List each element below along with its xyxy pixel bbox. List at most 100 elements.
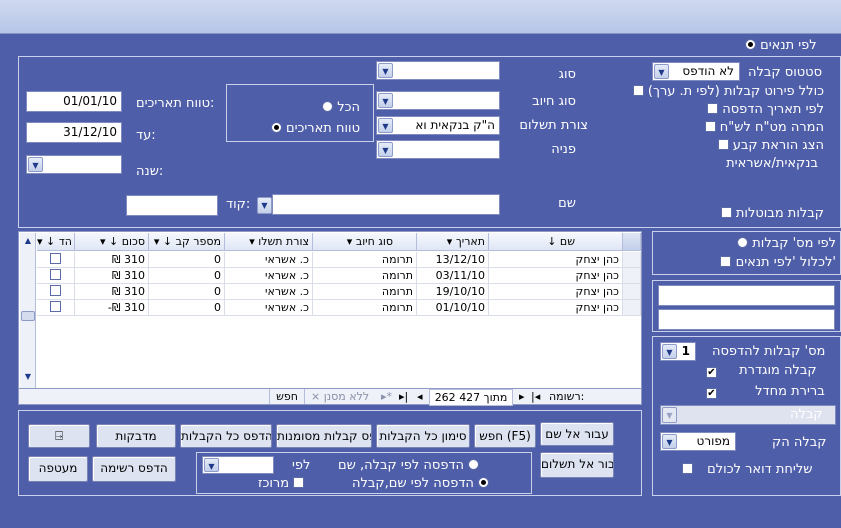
centered-checkbox[interactable] [293, 477, 305, 488]
to-date-input[interactable]: 31/12/10 [26, 122, 122, 143]
chevron-down-icon[interactable]: ▼ [378, 63, 393, 78]
mark-all-button[interactable]: סימון כל הקבלות [376, 424, 470, 448]
from-receipt-input[interactable] [658, 285, 835, 306]
default-checkbox[interactable]: ✔ [706, 388, 717, 399]
go-to-name-button[interactable]: עבור אל שם [540, 422, 614, 446]
print-by-receipt-name-radio[interactable]: הדפסה לפי קבלה, שם [338, 458, 480, 474]
from-date-input[interactable]: 01/01/10 [26, 91, 122, 112]
first-record-icon[interactable]: |◂ [531, 389, 540, 404]
col-header-amount[interactable]: ▾ ↓ סכום [75, 233, 149, 251]
enlarged-checkbox[interactable]: ✔ [706, 367, 717, 378]
col-header-debit-type[interactable]: ▾ סוג חיוב [313, 233, 417, 251]
range-radio-dot[interactable] [270, 122, 282, 133]
print-list-button[interactable]: הדפס רשימה [92, 456, 176, 482]
record-position[interactable]: 262 מתוך 427 [429, 389, 513, 406]
scroll-thumb[interactable] [21, 311, 35, 321]
code-input[interactable] [126, 195, 218, 216]
date-range-radio[interactable]: טווח תאריכים [230, 121, 360, 137]
enlarged-checkbox-row[interactable]: ✔ קבלה מוגדרת [706, 363, 817, 379]
chevron-down-icon[interactable]: ▼ [28, 157, 43, 172]
copies-select[interactable]: ▼ 1 [660, 342, 696, 361]
print-all-button[interactable]: הדפס כל הקבלות [180, 424, 272, 448]
last-record-icon[interactable]: ▸| [399, 389, 408, 404]
chevron-down-icon[interactable]: ▼ [378, 93, 393, 108]
checkbox-standing-order[interactable]: הצג הוראת קבע [690, 138, 824, 154]
filter-status[interactable]: ⨯ ללא מסנן [311, 389, 369, 404]
print-by-select[interactable]: ▼ [202, 456, 274, 474]
col-header-receipt-no[interactable]: ▾ ↓ מספר קב [149, 233, 225, 251]
scroll-up-icon[interactable]: ▲ [20, 233, 36, 249]
all-dates-radio[interactable]: הכל [230, 100, 360, 116]
labels-button[interactable]: מדבקות [96, 424, 176, 448]
row-printed-checkbox[interactable] [50, 253, 61, 264]
cancelled-checkbox[interactable] [720, 207, 732, 218]
chevron-down-icon[interactable]: ▼ [654, 64, 669, 79]
row-selector-header[interactable] [623, 233, 641, 251]
status-select[interactable]: ▼ לא הודפס [652, 62, 740, 81]
by-condition-radio-dot[interactable] [745, 39, 756, 50]
include-conditions-checkbox[interactable]: לכלול 'לפי תנאים' [656, 255, 836, 271]
col-header-date[interactable]: ▾ תאריך [417, 233, 489, 251]
send-mail-row[interactable]: שליחת דואר לכולם [682, 462, 812, 478]
include-conditions-box[interactable] [720, 256, 732, 267]
chevron-down-icon[interactable]: ▼ [662, 434, 677, 449]
checkbox-currency[interactable]: המרה מט"ח לש"ח [690, 120, 824, 136]
by-receipt-no-dot[interactable] [737, 237, 749, 248]
by-condition-radio[interactable]: לפי תנאים [745, 38, 817, 54]
scroll-down-icon[interactable]: ▼ [20, 369, 36, 385]
print-date-checkbox[interactable] [707, 103, 719, 114]
column-menu-icon[interactable]: ▾ ↓ [100, 235, 122, 248]
row-printed-checkbox[interactable] [50, 301, 61, 312]
type-select[interactable]: ▼ [376, 61, 500, 80]
all-radio-dot[interactable] [322, 101, 334, 112]
column-menu-icon[interactable]: ▾ ↓ [37, 235, 59, 248]
row-printed-checkbox[interactable] [50, 285, 61, 296]
column-menu-icon[interactable]: ▾ [447, 235, 456, 248]
column-menu-icon[interactable]: ↓ [547, 235, 560, 248]
chevron-down-icon[interactable]: ▼ [662, 407, 677, 423]
short-receipt-select[interactable]: ▼ מפורט [660, 432, 736, 451]
centered-checkbox-row[interactable]: מרוכז [258, 476, 305, 492]
prev-record-icon[interactable]: ▸ [519, 389, 525, 404]
checkbox-print-date[interactable]: לפי תאריך הדפסה [660, 102, 824, 118]
inquiry-select[interactable]: ▼ [376, 140, 500, 159]
debit-type-select[interactable]: ▼ [376, 91, 500, 110]
go-to-payment-button[interactable]: עבור אל תשלום [540, 452, 614, 478]
search-button[interactable]: חפש (F5) [474, 424, 536, 448]
column-menu-icon[interactable]: ▾ [249, 235, 258, 248]
year-select[interactable]: ▼ [26, 155, 122, 174]
print-by-name-receipt-radio[interactable]: הדפסה לפי שם,קבלה [352, 476, 490, 492]
column-menu-icon[interactable]: ▾ ↓ [154, 235, 176, 248]
chevron-down-icon[interactable]: ▼ [378, 142, 393, 157]
detail-checkbox[interactable] [632, 85, 644, 96]
send-mail-checkbox[interactable] [682, 463, 693, 474]
search-box[interactable]: חפש [269, 389, 305, 404]
to-receipt-input[interactable] [658, 309, 835, 330]
col-header-name[interactable]: ↓ שם [489, 233, 623, 251]
envelope-button[interactable]: מעטפה [28, 456, 88, 482]
print-by-receipt-name-dot[interactable] [468, 459, 480, 470]
by-receipt-no-radio[interactable]: לפי מס' קבלות [656, 236, 836, 252]
default-checkbox-row[interactable]: ✔ ברירת מחדל [706, 384, 825, 400]
payment-form-select[interactable]: ▼ ה"ק בנקאית וא [376, 116, 500, 135]
col-header-printed[interactable]: ▾ ↓ הד [37, 233, 75, 251]
exit-button[interactable]: ⍈ [28, 424, 90, 448]
name-input[interactable] [272, 194, 500, 215]
print-by-name-receipt-dot[interactable] [478, 477, 490, 488]
chevron-down-icon[interactable]: ▼ [378, 118, 393, 133]
standing-order-checkbox[interactable] [717, 139, 729, 150]
name-dropdown[interactable]: ▼ [256, 196, 274, 215]
checkbox-cancelled[interactable]: קבלות מבוטלות [690, 206, 824, 222]
chevron-down-icon[interactable]: ▼ [662, 344, 677, 359]
row-selector[interactable] [623, 252, 641, 268]
column-menu-icon[interactable]: ▾ [347, 235, 356, 248]
row-printed-checkbox[interactable] [50, 269, 61, 280]
new-record-icon[interactable]: ▸* [381, 389, 392, 404]
checkbox-detail[interactable]: כולל פירוט קבלות (לפי ת. ערך) [596, 84, 824, 100]
next-record-icon[interactable]: ◂ [417, 389, 423, 404]
chevron-down-icon[interactable]: ▼ [204, 458, 219, 472]
chevron-down-icon[interactable]: ▼ [257, 197, 272, 214]
currency-checkbox[interactable] [704, 121, 716, 132]
grid-vertical-scrollbar[interactable]: ▲ ▼ [20, 233, 36, 403]
row-selector[interactable] [623, 284, 641, 300]
